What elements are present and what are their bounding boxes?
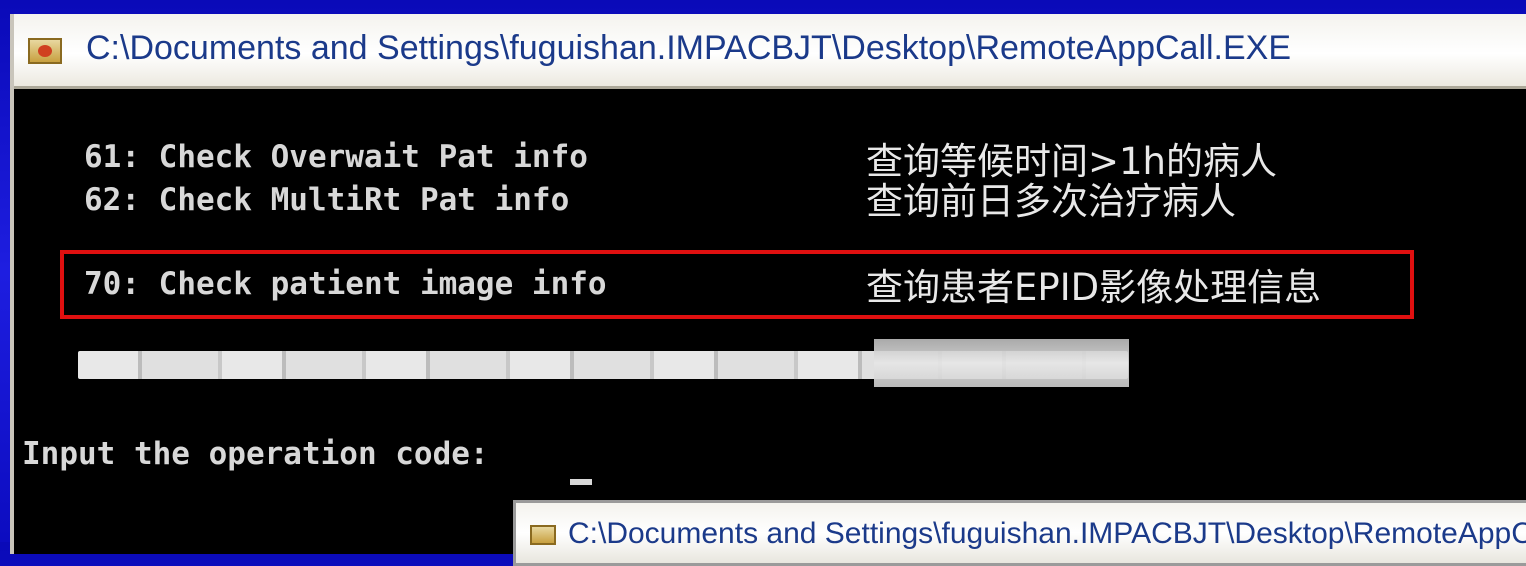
second-window-title: C:\Documents and Settings\fuguishan.IMPA… bbox=[568, 517, 1526, 550]
second-window-titlebar[interactable]: C:\Documents and Settings\fuguishan.IMPA… bbox=[516, 503, 1526, 563]
app-icon[interactable] bbox=[28, 38, 62, 64]
console-output[interactable]: 61: Check Overwait Pat info 查询等候时间>1h的病人… bbox=[14, 89, 1526, 554]
menu-option-62-description: 查询前日多次治疗病人 bbox=[866, 180, 1236, 223]
menu-option-62: 62: Check MultiRt Pat info bbox=[84, 182, 570, 218]
console-window[interactable]: C:\Documents and Settings\fuguishan.IMPA… bbox=[10, 14, 1526, 554]
input-prompt: Input the operation code: bbox=[22, 436, 508, 472]
menu-option-61: 61: Check Overwait Pat info bbox=[84, 139, 588, 175]
redacted-menu-description bbox=[874, 339, 1129, 387]
window-titlebar[interactable]: C:\Documents and Settings\fuguishan.IMPA… bbox=[14, 14, 1526, 89]
second-app-icon[interactable] bbox=[530, 525, 556, 545]
second-console-window[interactable]: C:\Documents and Settings\fuguishan.IMPA… bbox=[513, 500, 1526, 566]
window-title: C:\Documents and Settings\fuguishan.IMPA… bbox=[86, 29, 1292, 67]
menu-option-70: 70: Check patient image info bbox=[84, 266, 607, 302]
menu-option-70-description: 查询患者EPID影像处理信息 bbox=[866, 266, 1322, 309]
text-cursor[interactable] bbox=[570, 479, 592, 485]
